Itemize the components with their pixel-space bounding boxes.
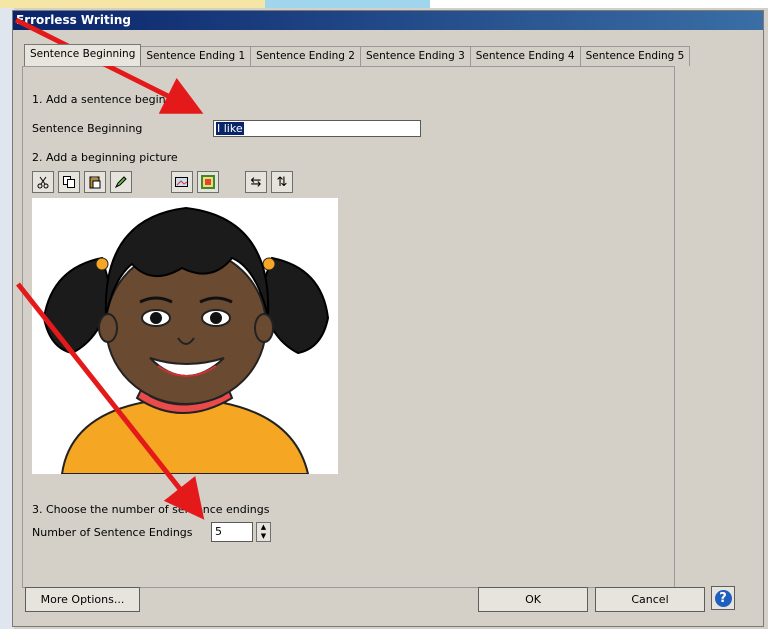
flip-vertical-icon[interactable]: ⇅ [271, 171, 293, 193]
copy-icon[interactable] [58, 171, 80, 193]
picture-toolbar-2 [171, 171, 223, 195]
picture-toolbar-3: ⇆ ⇅ [245, 171, 297, 195]
more-options-button[interactable]: More Options... [25, 587, 140, 612]
section3-heading: 3. Choose the number of sentence endings [32, 503, 270, 516]
section1-heading: 1. Add a sentence beginning [32, 93, 190, 106]
help-icon: ? [714, 589, 732, 607]
cut-icon[interactable] [32, 171, 54, 193]
edit-pencil-icon[interactable] [110, 171, 132, 193]
flip-horizontal-icon[interactable]: ⇆ [245, 171, 267, 193]
girl-illustration [42, 206, 330, 475]
spin-up-icon[interactable]: ▲ [257, 523, 270, 532]
number-of-endings-input[interactable]: 5 [211, 522, 253, 542]
beginning-picture[interactable] [32, 198, 338, 475]
background-strip [265, 0, 430, 8]
sentence-beginning-label: Sentence Beginning [32, 122, 143, 135]
tab-sentence-ending-2[interactable]: Sentence Ending 2 [250, 46, 361, 66]
picture-frame-icon[interactable] [197, 171, 219, 193]
dialog-window: Errorless Writing Sentence Beginning Sen… [12, 10, 764, 627]
window-title: Errorless Writing [13, 11, 763, 30]
insert-picture-icon[interactable] [171, 171, 193, 193]
tab-sentence-ending-4[interactable]: Sentence Ending 4 [469, 46, 581, 66]
tab-sentence-ending-1[interactable]: Sentence Ending 1 [140, 46, 252, 66]
picture-toolbar [32, 171, 136, 195]
ok-button[interactable]: OK [478, 587, 588, 612]
section2-heading: 2. Add a beginning picture [32, 151, 178, 164]
tab-sentence-ending-5[interactable]: Sentence Ending 5 [579, 46, 691, 66]
selected-text: I like [216, 122, 244, 135]
paste-icon[interactable] [84, 171, 106, 193]
tab-panel: 1. Add a sentence beginning Sentence Beg… [22, 66, 675, 588]
background-strip [430, 0, 768, 8]
number-spinner[interactable]: ▲ ▼ [256, 522, 271, 542]
background-strip [0, 0, 265, 8]
cancel-button[interactable]: Cancel [595, 587, 705, 612]
spin-down-icon[interactable]: ▼ [257, 532, 270, 541]
tab-sentence-beginning[interactable]: Sentence Beginning [24, 44, 142, 66]
sentence-beginning-input[interactable]: I like [213, 120, 421, 137]
help-button[interactable]: ? [711, 586, 735, 610]
tab-strip: Sentence Beginning Sentence Ending 1 Sen… [24, 44, 691, 66]
number-of-endings-label: Number of Sentence Endings [32, 526, 193, 539]
tab-sentence-ending-3[interactable]: Sentence Ending 3 [359, 46, 471, 66]
